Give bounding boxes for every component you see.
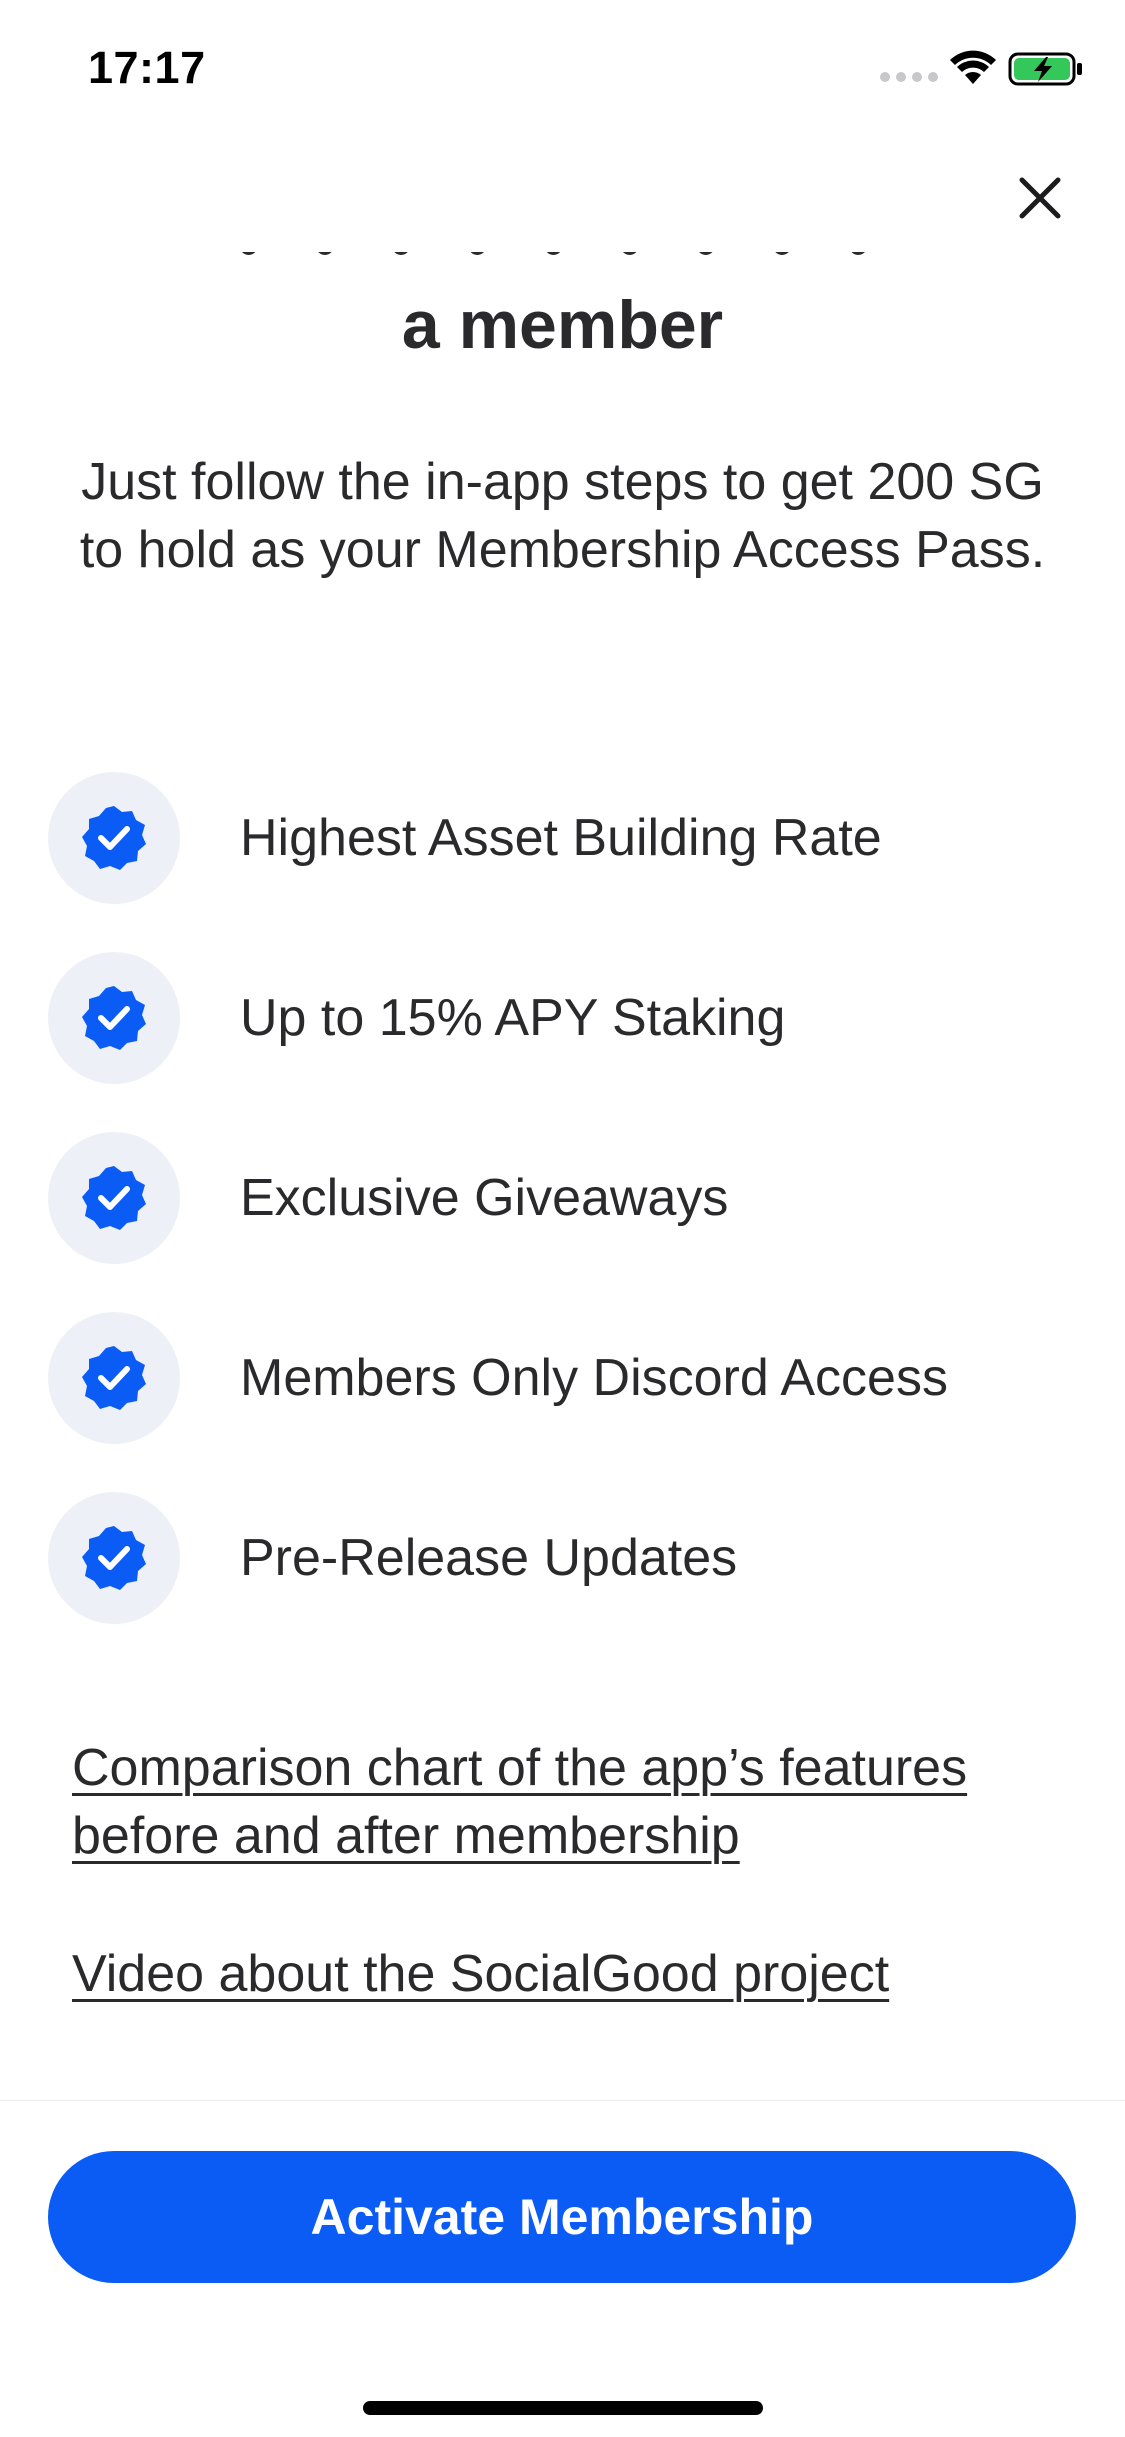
status-bar: 17:17 xyxy=(0,0,1125,132)
benefit-item: Exclusive Giveaways xyxy=(48,1132,1078,1264)
video-link[interactable]: Video about the SocialGood project xyxy=(72,1940,1072,2008)
status-time: 17:17 xyxy=(88,42,206,93)
checkmark-badge-icon xyxy=(82,806,146,870)
benefit-label: Members Only Discord Access xyxy=(240,1349,948,1407)
cellular-signal-icon xyxy=(880,72,938,82)
benefit-badge xyxy=(48,952,180,1084)
close-icon xyxy=(1019,177,1061,219)
home-indicator xyxy=(363,2401,763,2415)
benefit-item: Up to 15% APY Staking xyxy=(48,952,1078,1084)
comparison-chart-link[interactable]: Comparison chart of the app’s features b… xyxy=(72,1734,1072,1870)
activate-membership-button[interactable]: Activate Membership xyxy=(48,2151,1076,2283)
bottom-bar: Activate Membership xyxy=(0,2100,1125,2437)
checkmark-badge-icon xyxy=(82,1526,146,1590)
close-button[interactable] xyxy=(1012,170,1068,226)
benefit-item: Pre-Release Updates xyxy=(48,1492,1078,1624)
page-title: a member xyxy=(401,287,724,363)
benefit-label: Highest Asset Building Rate xyxy=(240,809,882,867)
benefit-item: Members Only Discord Access xyxy=(48,1312,1078,1444)
checkmark-badge-icon xyxy=(82,986,146,1050)
benefit-badge xyxy=(48,1312,180,1444)
title-scrolled-remnant: • • • • • • • • • xyxy=(0,252,1125,274)
checkmark-badge-icon xyxy=(82,1346,146,1410)
battery-charging-icon xyxy=(1008,52,1082,86)
subtitle: Just follow the in-app steps to get 200 … xyxy=(79,453,1046,579)
benefit-badge xyxy=(48,1132,180,1264)
benefit-badge xyxy=(48,1492,180,1624)
benefit-label: Pre-Release Updates xyxy=(240,1529,738,1587)
benefit-badge xyxy=(48,772,180,904)
benefit-label: Up to 15% APY Staking xyxy=(240,989,786,1047)
benefit-label: Exclusive Giveaways xyxy=(240,1169,729,1227)
benefits-list: Highest Asset Building Rate Up to 15% AP… xyxy=(48,772,1078,1672)
wifi-icon xyxy=(950,50,996,84)
benefit-item: Highest Asset Building Rate xyxy=(48,772,1078,904)
checkmark-badge-icon xyxy=(82,1166,146,1230)
